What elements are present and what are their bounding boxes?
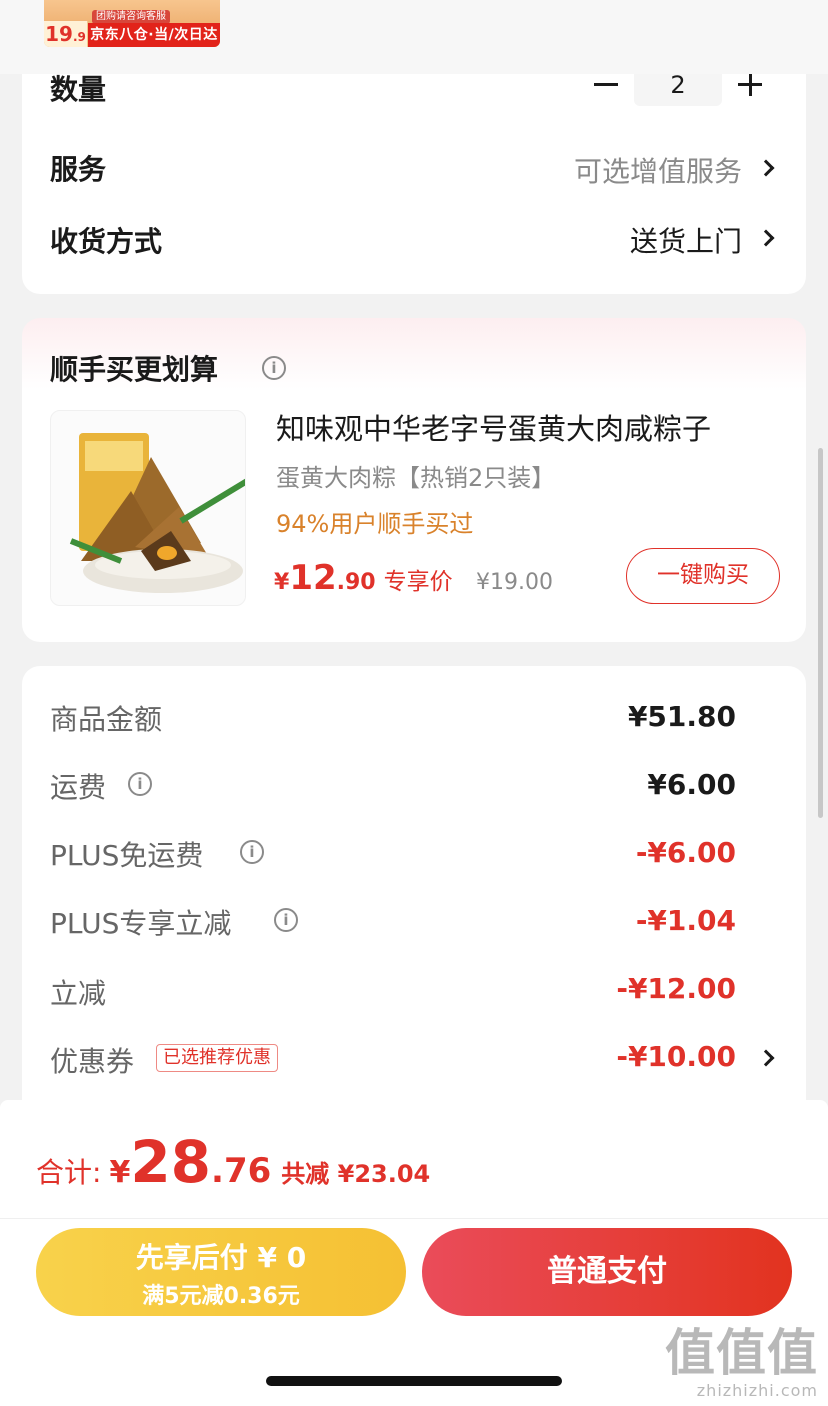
plus-shipping-info-icon[interactable]: i bbox=[240, 840, 264, 864]
watermark-logo: 值值值 bbox=[665, 1324, 818, 1382]
scrollbar[interactable] bbox=[818, 448, 823, 818]
addon-product-subtitle: 蛋黄大肉粽【热销2只装】 bbox=[276, 464, 556, 492]
service-chevron-icon[interactable] bbox=[757, 159, 775, 177]
addon-product-image[interactable] bbox=[50, 410, 246, 606]
summary-value-plus-discount: -¥1.04 bbox=[635, 904, 736, 937]
total-row: 合计: ¥28.76 共减 ¥23.04 bbox=[36, 1128, 430, 1196]
divider bbox=[0, 1218, 828, 1219]
home-indicator[interactable] bbox=[266, 1376, 562, 1386]
quantity-label: 数量 bbox=[50, 73, 107, 106]
coupon-chevron-icon[interactable] bbox=[757, 1049, 775, 1067]
price-dec: .90 bbox=[336, 570, 376, 595]
delivery-value[interactable]: 送货上门 bbox=[630, 220, 742, 260]
total-label: 合计: bbox=[36, 1156, 102, 1189]
thumbnail-badge: 京东八仓·当/次日达 bbox=[88, 23, 220, 47]
delivery-chevron-icon[interactable] bbox=[757, 229, 775, 247]
addon-product-price: ¥12.90 专享价 bbox=[274, 558, 453, 598]
delivery-label: 收货方式 bbox=[50, 225, 163, 258]
one-click-buy-button[interactable]: 一键购买 bbox=[626, 548, 780, 604]
addon-product-title[interactable]: 知味观中华老字号蛋黄大肉咸粽子 bbox=[276, 406, 711, 448]
price-summary-card: 商品金额 ¥51.80 运费 i ¥6.00 PLUS免运费 i -¥6.00 … bbox=[22, 666, 806, 1126]
summary-label-shipping: 运费 bbox=[50, 771, 107, 804]
quantity-plus-button[interactable] bbox=[738, 72, 762, 96]
regular-pay-button[interactable]: 普通支付 bbox=[422, 1228, 792, 1316]
summary-label-instant-discount: 立减 bbox=[50, 977, 107, 1010]
checkout-page: 团购请咨询客服 19.9 京东八仓·当/次日达 数量 2 服务 可选增值服务 收… bbox=[0, 0, 828, 1406]
site-watermark: 值值值 zhizhizhi.com bbox=[665, 1325, 818, 1400]
addon-original-price: ¥19.00 bbox=[476, 570, 553, 595]
service-label: 服务 bbox=[50, 153, 107, 186]
thumbnail-price-dec: .9 bbox=[72, 30, 86, 44]
order-options-card: 数量 2 服务 可选增值服务 收货方式 送货上门 bbox=[22, 50, 806, 294]
summary-label-coupon: 优惠券 bbox=[50, 1045, 135, 1078]
summary-label-goods: 商品金额 bbox=[50, 703, 163, 736]
total-dec: .76 bbox=[211, 1151, 272, 1191]
shipping-info-icon[interactable]: i bbox=[128, 772, 152, 796]
top-strip: 团购请咨询客服 19.9 京东八仓·当/次日达 bbox=[0, 0, 828, 74]
pay-later-line1: 先享后付 ¥ 0 bbox=[135, 1241, 307, 1274]
total-int: 28 bbox=[130, 1128, 212, 1196]
coupon-recommended-badge: 已选推荐优惠 bbox=[156, 1044, 278, 1072]
product-thumbnail[interactable]: 团购请咨询客服 19.9 京东八仓·当/次日达 bbox=[44, 0, 220, 47]
summary-value-plus-free-shipping: -¥6.00 bbox=[635, 836, 736, 869]
addon-product-stat: 94%用户顺手买过 bbox=[276, 510, 474, 538]
total-saved: 共减 ¥23.04 bbox=[281, 1160, 431, 1188]
checkout-bottom-bar: 合计: ¥28.76 共减 ¥23.04 先享后付 ¥ 0 满5元减0.36元 普通… bbox=[0, 1100, 828, 1406]
thumbnail-price-int: 19 bbox=[45, 22, 73, 46]
price-label: 专享价 bbox=[383, 569, 453, 595]
summary-value-instant-discount: -¥12.00 bbox=[616, 972, 736, 1005]
pay-later-button[interactable]: 先享后付 ¥ 0 满5元减0.36元 bbox=[36, 1228, 406, 1316]
watermark-domain: zhizhizhi.com bbox=[696, 1381, 818, 1400]
info-icon[interactable]: i bbox=[262, 356, 286, 380]
summary-value-coupon[interactable]: -¥10.00 bbox=[616, 1040, 736, 1073]
summary-value-goods: ¥51.80 bbox=[627, 700, 736, 733]
addon-title: 顺手买更划算 bbox=[50, 353, 219, 386]
service-value[interactable]: 可选增值服务 bbox=[574, 150, 742, 190]
pay-later-line2: 满5元减0.36元 bbox=[142, 1284, 300, 1309]
quantity-minus-button[interactable] bbox=[594, 72, 618, 96]
plus-discount-info-icon[interactable]: i bbox=[274, 908, 298, 932]
addon-card: 顺手买更划算 i 知味观中华老字号蛋黄大肉咸粽子 蛋黄大肉粽【热销2只装】 94… bbox=[22, 318, 806, 642]
price-int: 12 bbox=[289, 558, 337, 598]
summary-label-plus-discount: PLUS专享立减 bbox=[50, 907, 232, 940]
thumbnail-note: 团购请咨询客服 bbox=[92, 10, 170, 24]
summary-label-plus-free-shipping: PLUS免运费 bbox=[50, 839, 204, 872]
thumbnail-price: 19.9 bbox=[44, 21, 88, 47]
summary-value-shipping: ¥6.00 bbox=[647, 768, 736, 801]
total-currency: ¥ bbox=[109, 1155, 131, 1190]
zongzi-image-icon bbox=[69, 433, 245, 593]
price-currency: ¥ bbox=[274, 570, 290, 595]
